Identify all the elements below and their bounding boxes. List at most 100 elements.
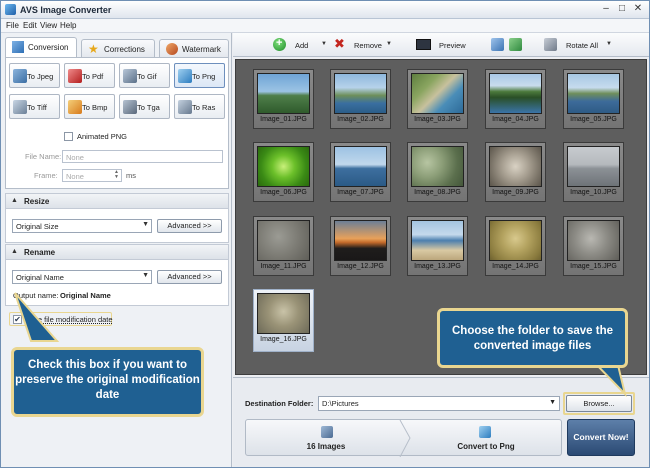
menu-view[interactable]: View <box>40 21 57 30</box>
remove-button[interactable]: ✖ Remove ▼ <box>333 36 395 52</box>
thumbnail-image <box>257 146 310 187</box>
images-icon <box>321 426 333 438</box>
destination-folder-input[interactable]: D:\Pictures ▼ <box>318 396 560 411</box>
rename-advanced-button[interactable]: Advanced >> <box>157 270 222 284</box>
convert-target: Convert to Png <box>457 442 515 451</box>
conversion-steps: 16 Images Convert to Png <box>245 419 562 457</box>
jpeg-icon <box>13 69 27 83</box>
thumbnail[interactable]: Image_12.JPG <box>330 216 391 276</box>
tab-corrections[interactable]: ★ Corrections <box>81 39 155 57</box>
thumbnail-image <box>489 73 542 114</box>
rotate-all-button[interactable]: Rotate All ▼ <box>544 38 624 52</box>
thumbnail[interactable]: Image_10.JPG <box>563 142 624 202</box>
resize-advanced-button[interactable]: Advanced >> <box>157 219 222 233</box>
thumbnail[interactable]: Image_13.JPG <box>407 216 468 276</box>
chevron-down-icon: ▼ <box>549 399 556 406</box>
thumbnail[interactable]: Image_14.JPG <box>485 216 546 276</box>
resize-value: Original Size <box>16 222 59 231</box>
left-callout-pointer <box>14 292 60 342</box>
thumbnail-caption: Image_12.JPG <box>337 263 384 270</box>
output-name-value: Original Name <box>60 291 111 300</box>
browse-button[interactable]: Browse... <box>566 395 632 412</box>
thumbnail-caption: Image_15.JPG <box>570 263 617 270</box>
rename-value: Original Name <box>16 273 64 282</box>
resize-select[interactable]: Original Size ▼ <box>12 219 152 233</box>
resize-section-header[interactable]: ▲ Resize <box>5 193 229 209</box>
menu-edit[interactable]: Edit <box>23 21 37 30</box>
thumbnail[interactable]: Image_02.JPG <box>330 69 391 129</box>
remove-label: Remove <box>354 41 382 50</box>
convert-now-button[interactable]: Convert Now! <box>567 419 635 456</box>
frame-unit: ms <box>126 171 136 180</box>
menu-file[interactable]: File <box>6 21 19 30</box>
destination-folder-value: D:\Pictures <box>322 399 359 408</box>
stepper-icon[interactable]: ▲ ▼ <box>114 170 119 180</box>
right-callout: Choose the folder to save the converted … <box>437 308 628 368</box>
tiff-icon <box>13 100 27 114</box>
menu-bar: File Edit View Help <box>1 19 649 33</box>
animated-png-checkbox[interactable] <box>64 132 73 141</box>
thumbnail[interactable]: Image_07.JPG <box>330 142 391 202</box>
thumbnail[interactable]: Image_11.JPG <box>253 216 314 276</box>
step-separator-icon <box>399 420 411 457</box>
thumbnail-selected[interactable]: Image_16.JPG <box>253 289 314 352</box>
chevron-down-icon: ▼ <box>142 272 149 279</box>
format-tiff-button[interactable]: To Tiff <box>9 94 60 119</box>
thumbnail-caption: Image_08.JPG <box>414 189 461 196</box>
thumbnail-caption: Image_14.JPG <box>492 263 539 270</box>
thumbnail[interactable]: Image_05.JPG <box>563 69 624 129</box>
thumbnail[interactable]: Image_03.JPG <box>407 69 468 129</box>
frame-field[interactable]: None ▲ ▼ <box>62 169 122 182</box>
format-pdf-button[interactable]: To Pdf <box>64 63 115 88</box>
format-bmp-button[interactable]: To Bmp <box>64 94 115 119</box>
rename-section-header[interactable]: ▲ Rename <box>5 244 229 260</box>
rotate-right-icon[interactable] <box>509 38 522 51</box>
thumbnail-image <box>567 220 620 261</box>
format-label: To Bmp <box>82 103 108 112</box>
rotate-left-icon[interactable] <box>491 38 504 51</box>
destination-folder-label: Destination Folder: <box>245 399 314 408</box>
preview-button[interactable]: Preview <box>416 38 474 52</box>
format-tga-button[interactable]: To Tga <box>119 94 170 119</box>
thumbnail[interactable]: Image_04.JPG <box>485 69 546 129</box>
format-gif-button[interactable]: To Gif <box>119 63 170 88</box>
frame-value: None <box>66 172 84 181</box>
thumbnail[interactable]: Image_01.JPG <box>253 69 314 129</box>
thumbnail-caption: Image_13.JPG <box>414 263 461 270</box>
tab-watermark[interactable]: Watermark <box>159 39 229 57</box>
minimize-button[interactable]: – <box>599 3 613 16</box>
monitor-icon <box>416 39 431 50</box>
thumbnail-caption: Image_07.JPG <box>337 189 384 196</box>
png-icon <box>479 426 491 438</box>
close-button[interactable]: ✕ <box>631 3 645 16</box>
format-jpeg-button[interactable]: To Jpeg <box>9 63 60 88</box>
conversion-icon <box>12 41 24 53</box>
tab-conversion[interactable]: Conversion <box>5 37 77 58</box>
thumbnail[interactable]: Image_09.JPG <box>485 142 546 202</box>
window-title: AVS Image Converter <box>20 5 112 15</box>
thumbnail-image <box>257 220 310 261</box>
thumbnail[interactable]: Image_15.JPG <box>563 216 624 276</box>
rename-select[interactable]: Original Name ▼ <box>12 270 152 284</box>
bmp-icon <box>68 100 82 114</box>
maximize-button[interactable]: □ <box>615 3 629 16</box>
thumbnail-image <box>411 146 464 187</box>
rotate-all-label: Rotate All <box>566 41 599 50</box>
app-window: AVS Image Converter – □ ✕ File Edit View… <box>0 0 650 468</box>
thumbnail[interactable]: Image_08.JPG <box>407 142 468 202</box>
format-ras-button[interactable]: To Ras <box>174 94 225 119</box>
menu-help[interactable]: Help <box>60 21 76 30</box>
add-button[interactable]: + Add ▼ <box>273 37 338 52</box>
thumbnail-caption: Image_02.JPG <box>337 116 384 123</box>
thumbnail-image <box>334 220 387 261</box>
file-name-field[interactable]: None <box>62 150 223 163</box>
plus-icon: + <box>276 37 283 49</box>
format-png-button[interactable]: To Png <box>174 63 225 88</box>
tab-watermark-label: Watermark <box>182 45 221 54</box>
thumbnail[interactable]: Image_06.JPG <box>253 142 314 202</box>
png-icon <box>178 69 192 83</box>
tab-strip: Conversion ★ Corrections Watermark <box>5 37 229 58</box>
thumbnail-image <box>257 293 310 334</box>
thumbnail-caption: Image_01.JPG <box>260 116 307 123</box>
chevron-down-icon: ▼ <box>606 41 612 47</box>
